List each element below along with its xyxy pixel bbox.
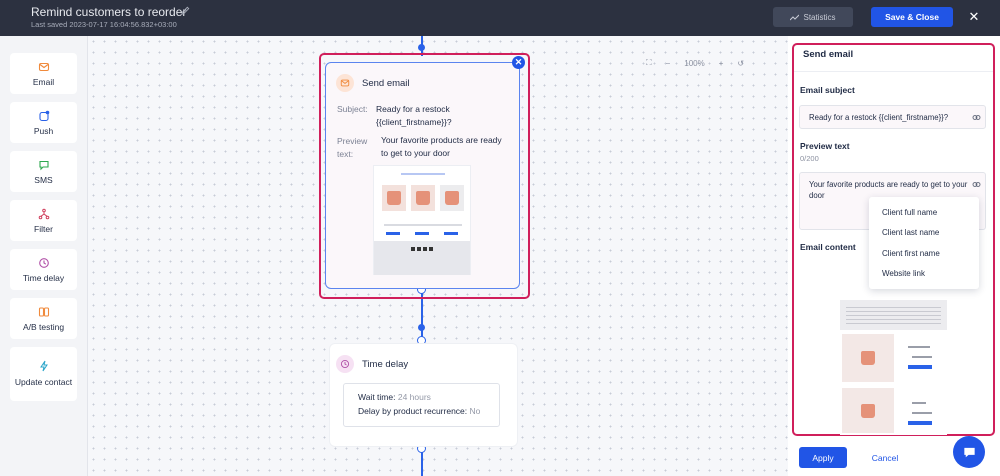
chat-support-button[interactable]: [953, 436, 985, 468]
option-website-link[interactable]: Website link: [869, 264, 979, 285]
palette-label: A/B testing: [22, 321, 65, 332]
recurrence-label: Delay by product recurrence:: [358, 406, 468, 416]
product-button: [908, 421, 932, 425]
bolt-icon: [39, 360, 48, 372]
filter-icon: [38, 208, 49, 219]
zoom-controls: ⛶ − 100% + ↺: [646, 58, 744, 68]
palette-label: Email: [32, 76, 55, 87]
product-image: [440, 185, 464, 211]
thumb-button: [444, 232, 458, 235]
panel-divider: [794, 71, 993, 72]
zoom-out-button[interactable]: −: [666, 59, 671, 68]
preview-counter: 0/200: [800, 154, 819, 163]
thumb-text: [384, 224, 462, 226]
chat-bubble-icon: [38, 160, 49, 170]
email-subject-input[interactable]: Ready for a restock {{client_firstname}}…: [799, 105, 986, 129]
palette-item-update-contact[interactable]: Update contact: [10, 347, 77, 401]
palette-item-filter[interactable]: Filter: [10, 200, 77, 241]
option-client-full-name[interactable]: Client full name: [869, 202, 979, 223]
product-name: [908, 346, 930, 348]
wait-time-value: 24 hours: [397, 392, 431, 402]
mail-icon: [336, 74, 354, 92]
pencil-icon[interactable]: [180, 5, 191, 16]
clock-icon: [336, 355, 354, 373]
palette-label: Time delay: [22, 272, 65, 283]
push-icon: [38, 110, 49, 121]
ab-icon: [38, 306, 49, 317]
connector-dot: [418, 324, 425, 331]
palette-item-ab-testing[interactable]: A/B testing: [10, 298, 77, 339]
email-content-preview[interactable]: [840, 300, 947, 435]
save-close-button[interactable]: Save & Close: [871, 7, 953, 27]
node-close-icon[interactable]: ✕: [512, 56, 525, 69]
personalize-icon[interactable]: [972, 180, 981, 189]
wait-time-label: Wait time:: [358, 392, 396, 402]
product-image: [842, 388, 894, 433]
email-content-label: Email content: [800, 242, 856, 252]
personalize-icon[interactable]: [972, 113, 981, 122]
product-image: [842, 334, 894, 382]
statistics-label: Statistics: [803, 12, 836, 22]
recurrence-value: No: [469, 406, 481, 416]
subject-label: Subject:: [337, 104, 368, 114]
option-client-last-name[interactable]: Client last name: [869, 223, 979, 244]
mail-icon: [38, 62, 49, 71]
panel-title: Send email: [803, 49, 854, 60]
product-price: [912, 412, 932, 414]
node-title: Time delay: [362, 358, 409, 370]
reset-icon[interactable]: ↺: [737, 59, 744, 68]
subject-value: Ready for a restock {{client_firstname}}…: [376, 104, 452, 127]
palette-label: Push: [33, 125, 54, 136]
preview-body-text: [846, 306, 941, 324]
palette-label: SMS: [34, 174, 53, 185]
preview-text-label: Preview text: [800, 141, 850, 151]
palette-item-time-delay[interactable]: Time delay: [10, 249, 77, 290]
thumb-button: [415, 232, 429, 235]
fit-screen-icon[interactable]: ⛶: [646, 58, 652, 68]
product-price: [912, 356, 932, 358]
thumb-nav: [401, 173, 445, 175]
connector-dot: [418, 44, 425, 51]
zoom-in-button[interactable]: +: [719, 59, 724, 68]
cancel-button[interactable]: Cancel: [862, 447, 908, 468]
clock-icon: [38, 257, 49, 268]
statistics-button[interactable]: Statistics: [773, 7, 853, 27]
product-button: [908, 365, 932, 369]
preview-value: Your favorite products are ready to get …: [381, 135, 502, 158]
apply-button[interactable]: Apply: [799, 447, 847, 468]
thumb-button: [386, 232, 400, 235]
time-delay-node-header: Time delay: [336, 355, 408, 373]
email-subject-label: Email subject: [800, 85, 855, 95]
personalization-dropdown: Client full name Client last name Client…: [869, 197, 979, 289]
palette-item-push[interactable]: Push: [10, 102, 77, 143]
option-client-first-name[interactable]: Client first name: [869, 243, 979, 264]
top-bar: Remind customers to reorder Last saved 2…: [0, 0, 1000, 36]
node-title: Send email: [362, 77, 410, 89]
product-image: [411, 185, 435, 211]
palette-item-email[interactable]: Email: [10, 53, 77, 94]
zoom-level: 100%: [684, 58, 705, 68]
send-email-node-header: Send email: [336, 74, 410, 92]
journey-title[interactable]: Remind customers to reorder: [31, 5, 186, 19]
chat-icon: [963, 447, 975, 457]
preview-label: Preview text:: [337, 136, 368, 159]
social-icons: [411, 247, 435, 251]
email-thumbnail: [373, 165, 471, 275]
trend-icon: [790, 14, 800, 20]
flow-connector: [421, 292, 423, 342]
close-icon[interactable]: ✕: [966, 9, 982, 25]
palette-item-sms[interactable]: SMS: [10, 151, 77, 192]
delay-settings-box: Wait time: 24 hours Delay by product rec…: [343, 383, 500, 427]
palette-label: Update contact: [14, 377, 73, 387]
flow-connector: [421, 449, 423, 476]
last-saved-text: Last saved 2023-07-17 16:04:56.832+03:00: [31, 20, 177, 29]
product-image: [382, 185, 406, 211]
palette-label: Filter: [34, 223, 53, 234]
product-name: [912, 402, 926, 404]
